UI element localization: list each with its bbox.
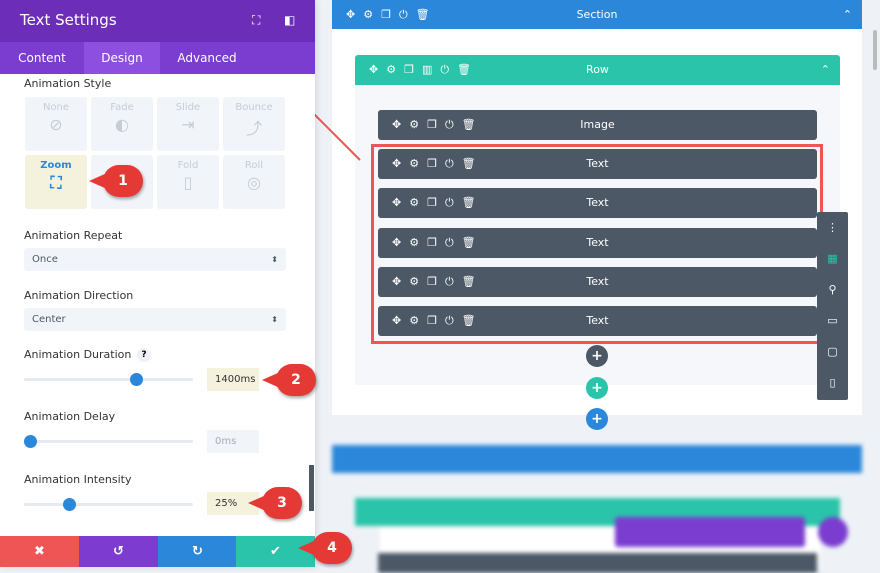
add-section-button[interactable]: + (586, 408, 608, 430)
zoom-icon[interactable]: ⚲ (817, 274, 848, 305)
wireframe-icon[interactable]: ▦ (817, 243, 848, 274)
slider-handle[interactable] (63, 498, 76, 511)
slider-handle[interactable] (130, 373, 144, 386)
bounce-icon: ⤴ (245, 119, 262, 138)
slide-icon: ⇥ (181, 115, 195, 134)
page-settings-toggle (818, 517, 848, 547)
fade-icon: ◐ (115, 115, 129, 134)
slider-handle[interactable] (24, 435, 37, 448)
callout-marker-2: 2 (262, 364, 316, 396)
zoom-icon: ⛶ (50, 173, 62, 192)
redo-button[interactable]: ↻ (158, 536, 237, 567)
duration-input[interactable]: 1400ms (207, 368, 259, 391)
expand-icon[interactable]: ⛶ (252, 13, 260, 28)
style-label: Fold (177, 160, 199, 171)
page-settings-bar (615, 517, 805, 547)
style-label: Slide (175, 102, 201, 113)
add-module-button[interactable]: + (586, 345, 608, 367)
animation-delay-label: Animation Delay (24, 410, 116, 423)
fold-icon: ▯ (183, 173, 193, 192)
canvas-scrollbar[interactable] (873, 30, 877, 70)
direction-value: Center (32, 314, 66, 325)
row-actions-icons[interactable]: ✥⚙❐▥⏻🗑 (369, 55, 479, 85)
desktop-icon[interactable]: ▭ (817, 305, 848, 336)
animation-style-roll[interactable]: Roll ◎ (223, 155, 285, 209)
animation-duration-label: Animation Duration (24, 348, 132, 361)
tab-design[interactable]: Design (84, 42, 160, 74)
animation-style-fade[interactable]: Fade ◐ (91, 97, 153, 151)
module-image[interactable]: ✥⚙❐⏻🗑 Image (378, 110, 817, 140)
delay-input[interactable]: 0ms (207, 430, 259, 453)
section-label: Section (576, 8, 618, 21)
module-actions-icons[interactable]: ✥⚙❐⏻🗑 (392, 110, 484, 140)
roll-icon: ◎ (247, 173, 261, 192)
style-label: Fade (110, 102, 134, 113)
next-section-bar (332, 445, 862, 473)
help-icon[interactable]: ? (137, 348, 151, 362)
delay-slider[interactable] (24, 435, 193, 448)
more-icon[interactable]: ⋮ (817, 212, 848, 243)
select-arrows-icon: ⬍ (271, 315, 278, 324)
style-label: Roll (244, 160, 264, 171)
collapse-icon[interactable]: ⌃ (821, 55, 830, 85)
row-bar[interactable]: ✥⚙❐▥⏻🗑 Row ⌃ (355, 55, 840, 85)
sidebar-icon[interactable]: ◧ (284, 13, 295, 27)
next-module-bar (378, 553, 817, 573)
panel-scrollbar[interactable] (309, 465, 314, 511)
phone-icon[interactable]: ▯ (817, 367, 848, 398)
add-row-button[interactable]: + (586, 377, 608, 399)
tablet-icon[interactable]: ▢ (817, 336, 848, 367)
animation-style-none[interactable]: None ⊘ (25, 97, 87, 151)
animation-direction-select[interactable]: Center ⬍ (24, 308, 286, 331)
callout-marker-4: 4 (298, 532, 352, 564)
animation-style-slide[interactable]: Slide ⇥ (157, 97, 219, 151)
animation-intensity-label: Animation Intensity (24, 473, 132, 486)
right-toolbar: ⋮ ▦ ⚲ ▭ ▢ ▯ (817, 212, 848, 400)
animation-style-label: Animation Style (24, 77, 112, 90)
callout-marker-3: 3 (248, 487, 302, 519)
module-label: Image (580, 118, 615, 131)
panel-title: Text Settings (20, 11, 117, 29)
intensity-slider[interactable] (24, 498, 193, 511)
row-label: Row (586, 63, 609, 76)
collapse-icon[interactable]: ⌃ (843, 0, 852, 29)
panel-tabs: Content Design Advanced (0, 42, 315, 74)
section-actions-icons[interactable]: ✥⚙❐⏻🗑 (346, 0, 438, 29)
cancel-button[interactable]: ✖ (0, 536, 79, 567)
tab-content[interactable]: Content (0, 42, 84, 74)
callout-marker-1: 1 (89, 165, 143, 197)
animation-style-fold[interactable]: Fold ▯ (157, 155, 219, 209)
tab-advanced[interactable]: Advanced (160, 42, 254, 74)
duration-slider[interactable] (24, 373, 193, 386)
repeat-value: Once (32, 254, 58, 265)
undo-button[interactable]: ↺ (79, 536, 158, 567)
section-bar[interactable]: ✥⚙❐⏻🗑 Section ⌃ (332, 0, 862, 29)
animation-direction-label: Animation Direction (24, 289, 134, 302)
panel-header: Text Settings ⛶ ◧ (0, 0, 315, 42)
animation-repeat-label: Animation Repeat (24, 229, 123, 242)
select-arrows-icon: ⬍ (271, 255, 278, 264)
style-label: None (42, 102, 70, 113)
style-label: Zoom (40, 160, 72, 171)
animation-style-bounce[interactable]: Bounce ⤴ (223, 97, 285, 151)
animation-style-zoom[interactable]: Zoom ⛶ (25, 155, 87, 209)
none-icon: ⊘ (49, 115, 63, 134)
animation-repeat-select[interactable]: Once ⬍ (24, 248, 286, 271)
settings-panel: Text Settings ⛶ ◧ Content Design Advance… (0, 0, 315, 567)
style-label: Bounce (235, 102, 273, 113)
selection-highlight (371, 144, 823, 344)
